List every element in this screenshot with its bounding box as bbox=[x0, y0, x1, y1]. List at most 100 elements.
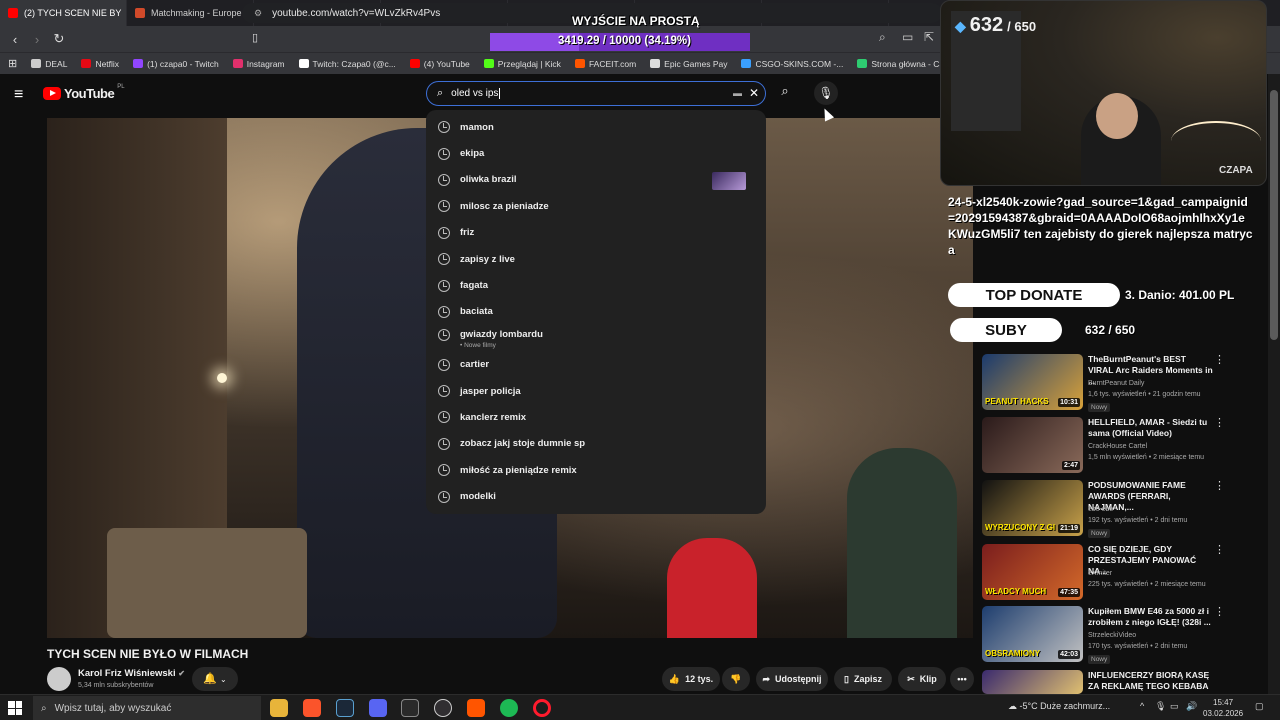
search-button[interactable]: ⌕ bbox=[774, 83, 796, 105]
more-options-icon[interactable]: ⋮ bbox=[1214, 605, 1225, 618]
recommendation-title[interactable]: HELLFIELD, AMAR - Siedzi tu sama (Offici… bbox=[1088, 417, 1213, 439]
dislike-button[interactable]: 👎 bbox=[722, 667, 750, 691]
voice-search-icon[interactable]: 🎙 bbox=[814, 81, 838, 105]
recommendation-title[interactable]: Kupiłem BMW E46 za 5000 zł i zrobiłem z … bbox=[1088, 606, 1213, 628]
save-button[interactable]: ▯ Zapisz bbox=[834, 667, 892, 691]
volume-icon[interactable]: 🔊 bbox=[1186, 701, 1197, 712]
taskbar-clock[interactable]: 15:47 03.02.2026 bbox=[1203, 697, 1243, 719]
search-suggestion-item[interactable]: miłość za pieniądze remix bbox=[426, 457, 766, 483]
tray-overflow-icon[interactable]: ^ bbox=[1140, 701, 1144, 711]
network-icon[interactable]: ▭ bbox=[1170, 701, 1179, 712]
notifications-icon[interactable]: ▢ bbox=[1255, 701, 1264, 712]
search-suggestion-item[interactable]: friz bbox=[426, 220, 766, 246]
recommendation-channel[interactable]: BurntPeanut Daily bbox=[1088, 380, 1144, 387]
search-suggestion-item[interactable]: jasper policja bbox=[426, 378, 766, 404]
channel-name[interactable]: Karol Friz Wiśniewski ✔ bbox=[78, 668, 185, 679]
forward-icon[interactable]: › bbox=[26, 32, 48, 47]
search-suggestion-item[interactable]: ekipa bbox=[426, 140, 766, 166]
bookmark-item[interactable]: Epic Games Pay bbox=[650, 59, 727, 69]
bookmark-item[interactable]: (4) YouTube bbox=[409, 59, 470, 69]
bookmark-item[interactable]: Netflix bbox=[81, 59, 119, 69]
search-suggestion-item[interactable]: cartier bbox=[426, 352, 766, 378]
more-options-icon[interactable]: ⋮ bbox=[1214, 479, 1225, 492]
recommendation-thumbnail[interactable]: PEANUT HACKS 10:31 bbox=[982, 354, 1083, 410]
bookmark-icon[interactable]: ▯ bbox=[244, 31, 266, 44]
search-suggestion-item[interactable]: mamon bbox=[426, 114, 766, 140]
back-icon[interactable]: ‹ bbox=[4, 32, 26, 47]
search-suggestion-item[interactable]: milosc za pieniadze bbox=[426, 193, 766, 219]
more-options-icon[interactable]: ⋮ bbox=[1214, 543, 1225, 556]
search-suggestion-item[interactable]: zobacz jakj stoje dumnie sp bbox=[426, 431, 766, 457]
search-suggestion-item[interactable]: oliwka brazil bbox=[426, 167, 766, 193]
recommendation-channel[interactable]: ebe ebe bbox=[1088, 506, 1113, 513]
bell-icon: 🔔 bbox=[203, 673, 217, 685]
opera-icon[interactable] bbox=[533, 699, 551, 717]
more-options-icon[interactable]: ⋮ bbox=[1214, 416, 1225, 429]
recommendation-meta: 225 tys. wyświetleń • 2 miesiące temu bbox=[1088, 581, 1206, 588]
browser-tab[interactable]: Matchmaking - Europe 5v bbox=[127, 0, 254, 26]
obs-icon[interactable] bbox=[434, 699, 452, 717]
recommendation-channel[interactable]: CrackHouse Cartel bbox=[1088, 443, 1147, 450]
recommendation-channel[interactable]: StrzeleckiVideo bbox=[1088, 632, 1136, 639]
brave-browser-icon[interactable] bbox=[303, 699, 321, 717]
search-suggestion-item[interactable]: fagata bbox=[426, 272, 766, 298]
scrollbar-thumb[interactable] bbox=[1270, 90, 1278, 340]
clip-label: Klip bbox=[919, 674, 937, 684]
epic-games-icon[interactable] bbox=[401, 699, 419, 717]
keyboard-icon[interactable]: ▬ bbox=[733, 88, 742, 98]
spotify-icon[interactable] bbox=[500, 699, 518, 717]
reload-icon[interactable]: ↻ bbox=[48, 31, 70, 47]
search-input[interactable]: ⌕ oled vs ips ▬ ✕ bbox=[426, 81, 766, 106]
bookmark-item[interactable]: CSGO-SKINS.COM -... bbox=[741, 59, 843, 69]
recommendation-thumbnail[interactable]: 2:47 bbox=[982, 417, 1083, 473]
bookmark-item[interactable]: FACEIT.com bbox=[574, 59, 636, 69]
search-suggestion-item[interactable]: baciata bbox=[426, 299, 766, 325]
like-button[interactable]: 👍 12 tys. bbox=[662, 667, 720, 691]
weather-widget[interactable]: ☁ -5°C Duże zachmurz... bbox=[1008, 701, 1110, 712]
share-icon[interactable]: ⇱ bbox=[924, 30, 934, 44]
youtube-header: ≡ YouTube PL ⌕ oled vs ips ▬ ✕ ⌕ 🎙 bbox=[0, 74, 960, 114]
file-explorer-icon[interactable] bbox=[270, 699, 288, 717]
apps-grid-icon[interactable]: ⊞ bbox=[8, 57, 17, 70]
bookmark-item[interactable]: Instagram bbox=[232, 59, 285, 69]
suggestion-text: oliwka brazil bbox=[460, 174, 517, 186]
bookmark-item[interactable]: Przeglądaj | Kick bbox=[483, 59, 561, 69]
clip-button[interactable]: ✂ Klip bbox=[898, 667, 946, 691]
recommendation-channel[interactable]: eXmiter bbox=[1088, 570, 1112, 577]
taskbar-search[interactable]: ⌕ Wpisz tutaj, aby wyszukać bbox=[33, 696, 261, 720]
channel-avatar[interactable] bbox=[47, 667, 71, 691]
site-info-icon[interactable]: ⚙ bbox=[254, 8, 262, 19]
recommendation-thumbnail[interactable] bbox=[982, 670, 1083, 694]
more-options-icon[interactable]: ⋮ bbox=[1214, 353, 1225, 366]
steam-icon[interactable] bbox=[336, 699, 354, 717]
top-donate-value: 3. Danio: 401.00 PL bbox=[1125, 288, 1235, 302]
windows-start-icon[interactable] bbox=[8, 701, 22, 715]
history-icon bbox=[438, 279, 450, 292]
browser-tab[interactable]: (2) TYCH SCEN NIE BY✕ bbox=[0, 0, 127, 26]
discord-icon[interactable] bbox=[369, 699, 387, 717]
youtube-logo-text: YouTube bbox=[64, 86, 115, 101]
chevron-down-icon: ⌄ bbox=[220, 675, 227, 684]
zoom-icon[interactable]: ⌕ bbox=[879, 30, 886, 45]
recommendation-thumbnail[interactable]: OBSRAMIONY 42:03 bbox=[982, 606, 1083, 662]
search-suggestion-item[interactable]: kanclerz remix bbox=[426, 404, 766, 430]
recommendation-meta: 1,6 tys. wyświetleń • 21 godzin temu bbox=[1088, 391, 1201, 398]
faceit-icon[interactable] bbox=[467, 699, 485, 717]
cast-icon[interactable]: ▭ bbox=[902, 30, 913, 44]
taskbar-search-icon: ⌕ bbox=[41, 702, 47, 714]
bookmark-item[interactable]: DEAL bbox=[31, 59, 67, 69]
search-suggestion-item[interactable]: zapisy z live bbox=[426, 246, 766, 272]
bookmark-item[interactable]: Twitch: Czapa0 (@c... bbox=[298, 59, 396, 69]
youtube-logo[interactable]: YouTube PL bbox=[43, 84, 125, 101]
more-actions-button[interactable]: ••• bbox=[950, 667, 974, 691]
bookmark-item[interactable]: (1) czapa0 - Twitch bbox=[133, 59, 219, 69]
clear-search-icon[interactable]: ✕ bbox=[749, 86, 759, 100]
recommendation-thumbnail[interactable]: WŁADCY MUCH 47:35 bbox=[982, 544, 1083, 600]
microphone-tray-icon[interactable]: 🎙 bbox=[1155, 701, 1166, 712]
search-suggestion-item[interactable]: gwiazdy lombardu • Nowe filmy bbox=[426, 325, 766, 351]
notification-bell-button[interactable]: 🔔 ⌄ bbox=[192, 667, 238, 691]
menu-icon[interactable]: ≡ bbox=[14, 86, 23, 104]
share-button[interactable]: ➦ Udostępnij bbox=[756, 667, 828, 691]
recommendation-thumbnail[interactable]: WYRZUCONY Z GI 21:19 bbox=[982, 480, 1083, 536]
search-suggestion-item[interactable]: modelki bbox=[426, 483, 766, 509]
